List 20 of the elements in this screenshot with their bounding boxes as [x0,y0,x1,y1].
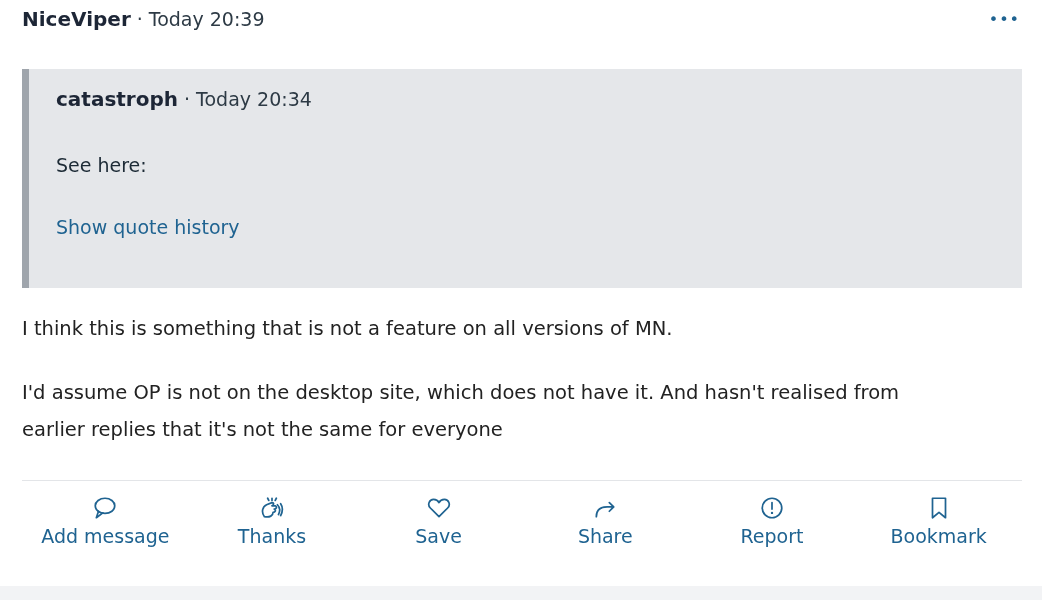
quote-author[interactable]: catastroph [56,87,179,111]
action-button[interactable]: Report [688,495,855,547]
exclamation-circle-icon [758,495,785,521]
action-button[interactable]: Add message [22,495,189,547]
separator-dot: · [184,88,191,110]
action-button[interactable]: Share [522,495,689,547]
more-menu-button[interactable]: ••• [986,9,1022,29]
message-text: I'd assume OP is not on the desktop site, which does not have it. And hasn't realised from earlier replies that it's not the same for everyone [22,380,901,443]
author-name[interactable]: NiceViper [22,7,131,31]
separator-dot: · [136,8,143,30]
message-text: I think this is something that is not a feature on all versions of MN. [22,316,674,342]
quote-history-link[interactable]: Show quote history [56,216,995,238]
action-button[interactable]: Bookmark [855,495,1022,547]
quote-text: See here: [56,154,148,176]
action-button[interactable]: Save [355,495,522,547]
quote-time: Today 20:34 [196,88,312,110]
post-time: Today 20:39 [148,8,265,30]
action-button[interactable]: Thanks [189,495,355,547]
speech-bubble-icon [92,495,119,521]
clapping-hands-icon [259,495,285,521]
